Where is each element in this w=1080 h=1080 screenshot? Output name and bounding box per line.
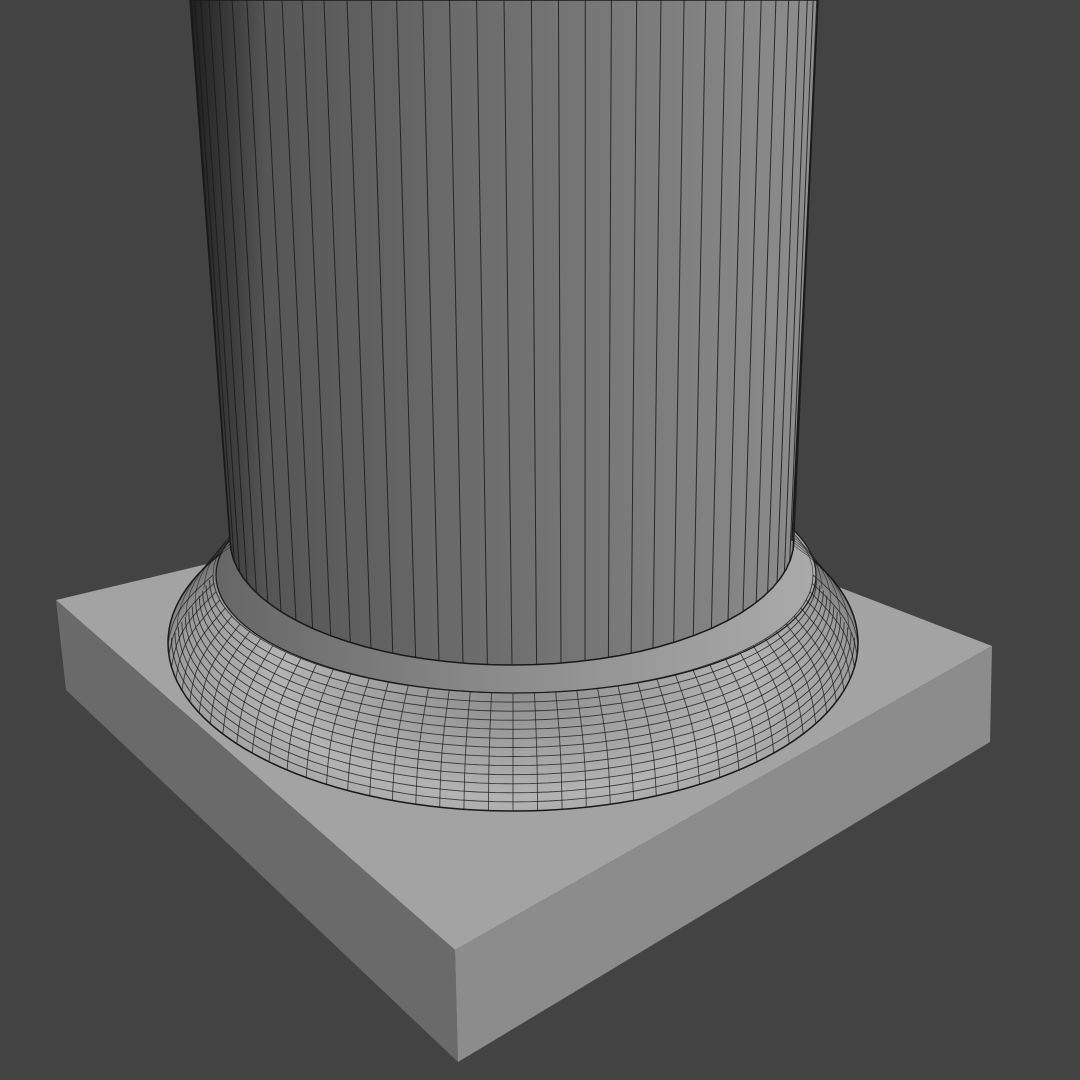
3d-viewport[interactable] xyxy=(0,0,1080,1080)
column-base-render xyxy=(56,0,992,1062)
fluted-column-shaft xyxy=(189,0,819,666)
